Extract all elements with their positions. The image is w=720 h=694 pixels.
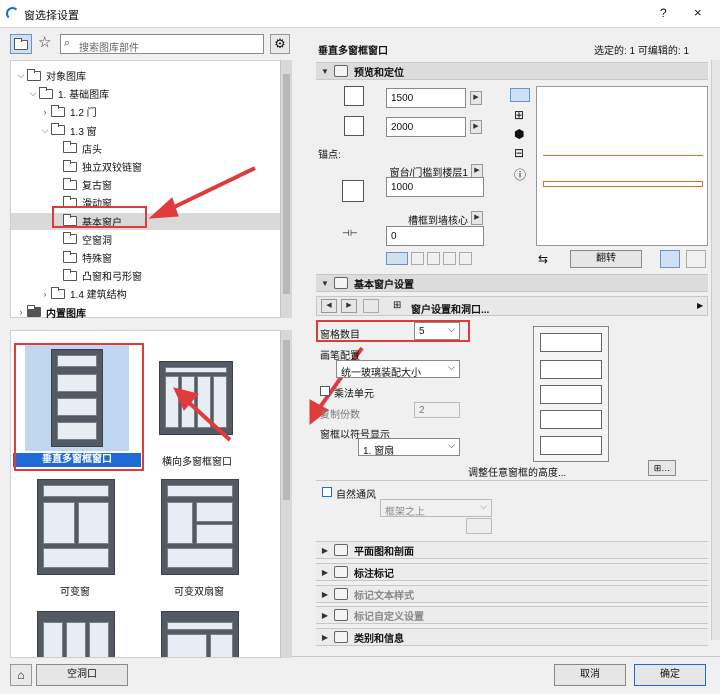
height-arrow-button[interactable]: ▶	[470, 120, 482, 134]
cancel-button[interactable]: 取消	[554, 664, 626, 686]
section-collapsed[interactable]: ▶ 平面图和剖面	[316, 541, 708, 559]
selection-info: 选定的: 1 可编辑的: 1	[594, 46, 690, 57]
reveal-icon: ⊣⊢	[342, 228, 358, 238]
expand-triangle-icon: ▶	[321, 567, 329, 577]
preview-canvas[interactable]	[536, 86, 708, 246]
reveal-field[interactable]: 0	[386, 226, 484, 246]
section-label: 类别和信息	[354, 633, 404, 645]
section-label: 平面图和剖面	[354, 546, 414, 558]
pane-cell[interactable]	[540, 333, 602, 352]
anchor-option-4[interactable]	[443, 252, 456, 265]
mirror-option-1[interactable]	[660, 250, 680, 268]
library-manager-button[interactable]: ⌂	[10, 664, 32, 686]
reveal-arrow-button[interactable]: ▶	[471, 211, 483, 225]
3d-view-icon[interactable]: ⬢	[514, 127, 524, 141]
expand-triangle-icon: ▶	[321, 589, 329, 599]
section-label: 标记文本样式	[354, 590, 414, 602]
section-label: 标注标记	[354, 568, 394, 580]
anchor-option-5[interactable]	[459, 252, 472, 265]
section-view-icon[interactable]: ⊟	[514, 146, 524, 160]
anchor-option-3[interactable]	[427, 252, 440, 265]
collapse-triangle-icon: ▼	[321, 66, 329, 76]
subpage-dropdown-icon[interactable]: ▶	[697, 301, 703, 310]
section-collapsed[interactable]: ▶ 标记自定义设置	[316, 606, 708, 624]
subpage-label[interactable]: 窗户设置和洞口...	[411, 301, 489, 316]
plan-view-button[interactable]	[510, 88, 530, 102]
empty-opening-button[interactable]: 空洞口	[36, 664, 128, 686]
sill-icon	[342, 180, 364, 202]
wall-line-top	[543, 155, 703, 156]
mirror-option-2[interactable]	[686, 250, 706, 268]
section-collapsed[interactable]: ▶ 类别和信息	[316, 628, 708, 646]
width-field[interactable]: 1500	[386, 88, 466, 108]
vent-label: 自然通风	[336, 490, 376, 501]
copies-field[interactable]: 2	[414, 402, 460, 418]
expand-triangle-icon: ▶	[321, 632, 329, 642]
flip-button[interactable]: 翻转	[570, 250, 642, 268]
divider	[316, 480, 708, 481]
vent-options-button[interactable]	[466, 518, 492, 534]
anchor-option-2[interactable]	[411, 252, 424, 265]
info-icon[interactable]: ⓘ	[514, 166, 526, 183]
grid-icon: ⊞…	[653, 463, 671, 473]
section-icon	[334, 609, 348, 621]
grid-view-icon[interactable]: ⊞	[514, 108, 524, 122]
vent-checkbox[interactable]	[322, 487, 332, 497]
expand-triangle-icon: ▶	[321, 545, 329, 555]
pane-cell[interactable]	[540, 410, 602, 429]
section-preview-label: 预览和定位	[354, 67, 404, 79]
sill-arrow-button[interactable]: ▶	[471, 164, 483, 178]
page-grid-icon: ⊞	[393, 300, 402, 311]
anchor-label: 锚点:	[318, 150, 341, 161]
section-icon	[334, 566, 348, 578]
width-icon	[344, 86, 364, 106]
mult-label: 乘法单元	[334, 389, 374, 400]
adjust-button[interactable]: ⊞…	[648, 460, 676, 476]
expand-triangle-icon: ▶	[321, 610, 329, 620]
page-icon	[363, 299, 379, 313]
section-collapsed[interactable]: ▶ 标记文本样式	[316, 585, 708, 603]
section-basic-label: 基本窗户设置	[354, 279, 414, 291]
width-arrow-button[interactable]: ▶	[470, 91, 482, 105]
section-preview[interactable]: ▼ 预览和定位	[316, 62, 708, 80]
section-collapsed[interactable]: ▶ 标注标记	[316, 563, 708, 581]
vent-position-select[interactable]: 框架之上	[380, 499, 492, 518]
pane-cell[interactable]	[540, 385, 602, 404]
section-icon	[334, 588, 348, 600]
collapse-triangle-icon: ▼	[321, 278, 329, 288]
section-label: 标记自定义设置	[354, 611, 424, 623]
height-icon	[344, 116, 364, 136]
section-icon	[334, 544, 348, 556]
reveal-label: 槽框到墙核心	[408, 216, 468, 227]
pane-cell[interactable]	[540, 360, 602, 379]
window-settings-icon	[334, 277, 348, 289]
anchor-option-1[interactable]	[386, 252, 408, 265]
copies-label: 复制份数	[320, 410, 360, 421]
settings-scrollbar[interactable]	[711, 60, 720, 640]
section-icon	[334, 631, 348, 643]
object-title: 垂直多窗框窗口	[318, 46, 388, 57]
library-icon: ⌂	[17, 668, 25, 682]
pane-cell[interactable]	[540, 436, 602, 455]
footer-divider	[292, 656, 720, 657]
section-basic[interactable]: ▼ 基本窗户设置	[316, 274, 708, 292]
next-page-button[interactable]: ▶	[341, 299, 357, 313]
preview-icon	[334, 65, 348, 77]
sill-field[interactable]: 1000	[386, 177, 484, 197]
symbol-select[interactable]: 1. 窗扇	[358, 438, 460, 457]
pen-select[interactable]: 统一玻璃装配大小	[336, 360, 460, 379]
annotation-box-panes	[316, 320, 470, 342]
wall-line-window	[543, 181, 703, 187]
prev-page-button[interactable]: ◀	[321, 299, 337, 313]
ok-button[interactable]: 确定	[634, 664, 706, 686]
anchor-buttons	[386, 252, 484, 266]
flip-icon: ⇆	[538, 252, 549, 266]
height-field[interactable]: 2000	[386, 117, 466, 137]
subpage-nav: ◀ ▶ ⊞ 窗户设置和洞口... ▶	[316, 296, 708, 316]
mult-checkbox[interactable]	[320, 386, 330, 396]
adjust-label: 调整任意窗框的高度...	[468, 468, 567, 479]
